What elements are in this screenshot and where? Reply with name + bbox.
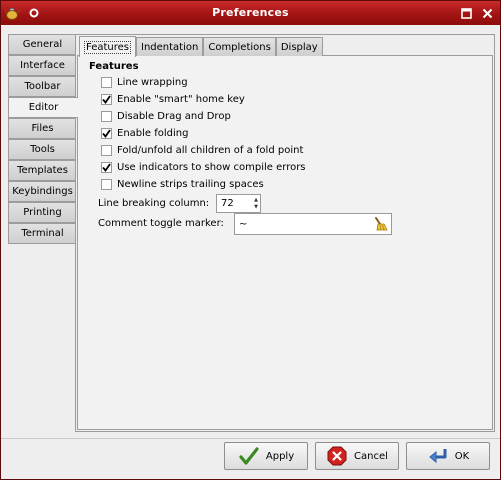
maximize-button[interactable] — [458, 5, 474, 21]
option-disable-drag-drop[interactable]: Disable Drag and Drop — [101, 109, 231, 123]
checkmark-icon — [102, 162, 111, 172]
option-compile-error-indicators[interactable]: Use indicators to show compile errors — [101, 160, 306, 174]
tab-interface[interactable]: Interface — [8, 55, 76, 76]
editor-tab-list: Features Indentation Completions Display — [79, 36, 323, 57]
ok-arrow-icon — [427, 445, 449, 467]
tab-indentation[interactable]: Indentation — [136, 37, 204, 56]
checkbox[interactable] — [101, 93, 112, 105]
comment-toggle-input[interactable] — [235, 215, 371, 233]
comment-toggle-label: Comment toggle marker: — [98, 218, 224, 229]
tab-toolbar[interactable]: Toolbar — [8, 76, 76, 97]
checkbox[interactable] — [101, 178, 112, 190]
checkbox[interactable] — [101, 76, 112, 88]
checkbox[interactable] — [101, 127, 112, 139]
line-breaking-value[interactable]: 72 — [217, 198, 252, 209]
broom-clear-icon[interactable] — [371, 216, 391, 232]
tab-general[interactable]: General — [8, 34, 76, 55]
tab-terminal[interactable]: Terminal — [8, 223, 76, 244]
tab-files[interactable]: Files — [8, 118, 76, 139]
close-icon — [482, 8, 492, 18]
tab-display[interactable]: Display — [275, 37, 323, 56]
option-fold-children[interactable]: Fold/unfold all children of a fold point — [101, 143, 303, 157]
tab-features[interactable]: Features — [79, 36, 136, 57]
title-bar[interactable]: Preferences — [1, 1, 500, 25]
tab-editor[interactable]: Editor — [8, 97, 78, 118]
preferences-window: Preferences General Interface Toolbar Ed… — [0, 0, 501, 480]
tab-completions[interactable]: Completions — [203, 37, 276, 56]
checkbox[interactable] — [101, 110, 112, 122]
tab-templates[interactable]: Templates — [8, 160, 76, 181]
spin-down-icon[interactable]: ▼ — [254, 204, 258, 211]
side-tab-list: General Interface Toolbar Editor Files T… — [8, 34, 78, 244]
checkmark-icon — [102, 94, 111, 104]
option-newline-strips-spaces[interactable]: Newline strips trailing spaces — [101, 177, 264, 191]
checkmark-icon — [102, 128, 111, 138]
option-smart-home-key[interactable]: Enable "smart" home key — [101, 92, 245, 106]
tab-printing[interactable]: Printing — [8, 202, 76, 223]
tab-keybindings[interactable]: Keybindings — [8, 181, 76, 202]
features-heading: Features — [89, 61, 139, 72]
option-line-wrapping[interactable]: Line wrapping — [101, 75, 188, 89]
option-enable-folding[interactable]: Enable folding — [101, 126, 188, 140]
line-breaking-label: Line breaking column: — [98, 198, 210, 209]
line-breaking-spinner[interactable]: 72 ▲ ▼ — [216, 194, 261, 213]
checkbox[interactable] — [101, 144, 112, 156]
tab-tools[interactable]: Tools — [8, 139, 76, 160]
checkbox[interactable] — [101, 161, 112, 173]
cancel-button[interactable]: Cancel — [315, 442, 399, 470]
spinner-arrows[interactable]: ▲ ▼ — [252, 197, 260, 211]
checkmark-icon — [238, 445, 260, 467]
cancel-icon — [326, 445, 348, 467]
comment-toggle-field[interactable] — [234, 213, 392, 235]
maximize-icon — [460, 7, 472, 19]
spin-up-icon[interactable]: ▲ — [254, 197, 258, 204]
window-title: Preferences — [212, 6, 289, 19]
button-separator — [1, 438, 500, 439]
apply-button[interactable]: Apply — [224, 442, 308, 470]
close-button[interactable] — [479, 5, 495, 21]
ok-button[interactable]: OK — [406, 442, 490, 470]
